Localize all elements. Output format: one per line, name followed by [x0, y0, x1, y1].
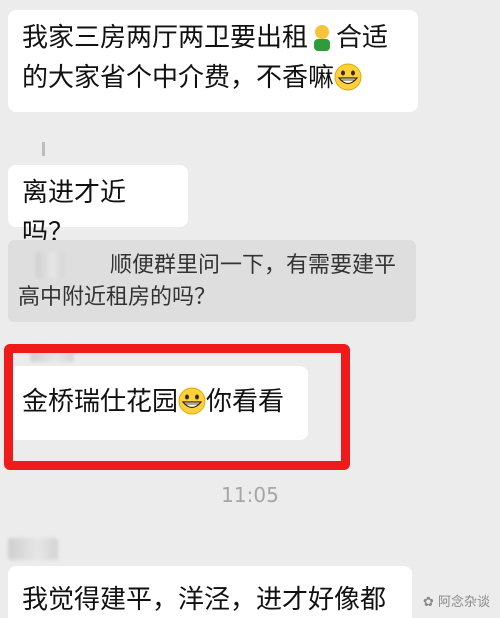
watermark: ✿ 阿念杂谈 — [423, 591, 490, 610]
message-text: 离进才近吗？ — [22, 178, 127, 248]
chat-screen: { "messages": { "m1_line1_a": "我家三房两厅两卫要… — [0, 0, 500, 618]
divider-mark — [42, 142, 45, 156]
person-emoji-icon — [314, 25, 331, 51]
watermark-text: 阿念杂谈 — [437, 595, 490, 610]
message-text: 合适 — [336, 23, 389, 53]
message-text: 我家三房两厅两卫要出租 — [22, 23, 309, 53]
message-text: 的大家省个中介费，不香嘛 — [22, 63, 335, 93]
timestamp: 11:05 — [221, 483, 279, 507]
quote-text-line2: 高中附近租房的吗？ — [18, 285, 217, 310]
message-text: 我觉得建平，洋泾，进才好像都 — [22, 585, 387, 615]
message-bubble-rent[interactable]: 我家三房两厅两卫要出租 合适 的大家省个中介费，不香嘛 — [8, 10, 418, 112]
watermark-icon: ✿ — [422, 595, 434, 610]
blurred-avatar — [8, 538, 58, 560]
quoted-message[interactable]: 顺便群里问一下，有需要建平 高中附近租房的吗？ — [8, 240, 416, 322]
quote-text-line1: 顺便群里问一下，有需要建平 — [110, 253, 397, 278]
blurred-avatar — [36, 252, 64, 278]
highlight-box — [4, 344, 350, 470]
grinning-emoji-icon — [334, 63, 362, 91]
message-bubble-question[interactable]: 离进才近吗？ — [8, 165, 188, 248]
message-bubble-schools[interactable]: 我觉得建平，洋泾，进才好像都 — [8, 566, 412, 618]
